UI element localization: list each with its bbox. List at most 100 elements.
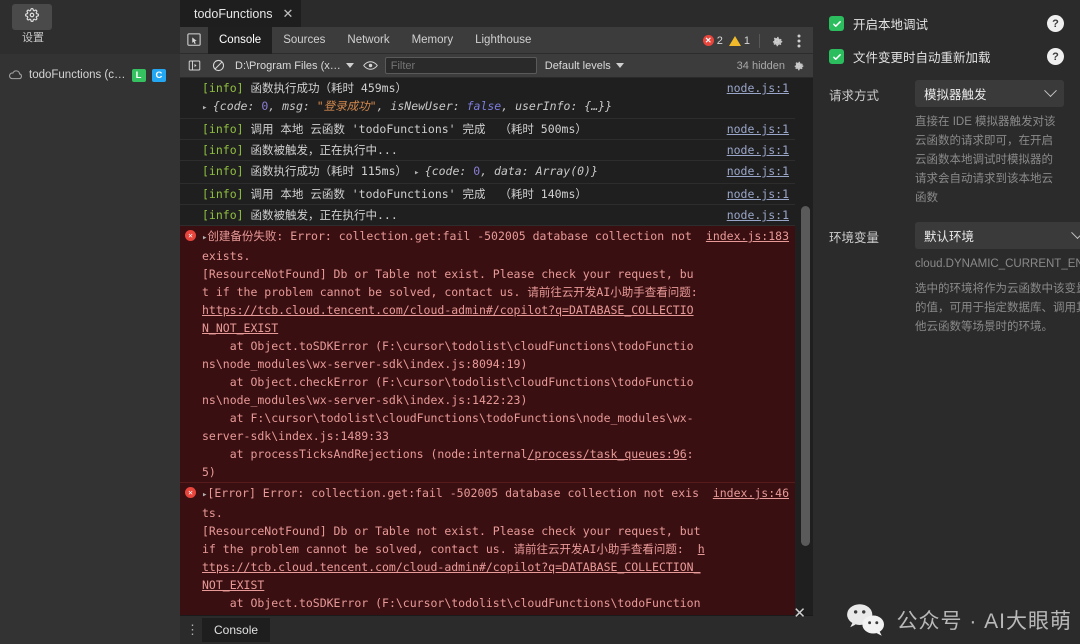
log-segment: , msg: [268, 99, 316, 113]
console-message-info[interactable]: [info] 调用 本地 云函数 'todoFunctions' 完成 （耗时 … [180, 184, 795, 205]
field-label: 请求方式 [829, 80, 915, 104]
field-hint: 直接在 IDE 模拟器触发对该云函数的请求即可，在开启云函数本地调试时模拟器的请… [915, 113, 1064, 208]
help-icon[interactable]: ? [1047, 48, 1064, 65]
console-toolbar: D:\Program Files (x… Default levels 34 h… [180, 54, 813, 78]
error-count-badge[interactable]: ✕ 2 [701, 35, 725, 47]
log-source-link[interactable]: index.js:183 [706, 227, 795, 245]
doc-link[interactable]: https://tcb.cloud.tencent.com/cloud-admi… [202, 542, 705, 592]
log-segment: {code: [425, 164, 473, 178]
warning-triangle-icon [729, 36, 741, 46]
log-segment: [info] [202, 81, 244, 95]
console-message-error[interactable]: ✕▸[Error] Error: collection.get:fail -50… [180, 483, 795, 615]
error-circle-icon: ✕ [703, 35, 714, 46]
log-segment: , data: Array(0)} [480, 164, 598, 178]
kebab-menu-icon[interactable]: ⋮ [186, 625, 196, 635]
gear-icon[interactable] [767, 31, 787, 51]
log-message: ▸[Error] Error: collection.get:fail -502… [202, 484, 713, 615]
log-segment: 函数执行成功（耗时 115ms） [244, 164, 414, 178]
warning-count-badge[interactable]: 1 [727, 35, 752, 47]
log-segment: {code: [213, 99, 261, 113]
execution-context-select[interactable]: D:\Program Files (x… [232, 60, 357, 72]
file-tab-todofunctions[interactable]: todoFunctions ✕ [180, 0, 301, 27]
log-source-link[interactable]: node.js:1 [727, 206, 795, 224]
select-value: 模拟器触发 [924, 84, 987, 103]
checkbox-label: 文件变更时自动重新加载 [853, 47, 991, 66]
gear-icon[interactable] [788, 56, 808, 76]
list-item-todofunctions[interactable]: todoFunctions (c… L C [0, 64, 180, 86]
log-source-link[interactable]: node.js:1 [727, 141, 795, 159]
tab-network[interactable]: Network [336, 27, 400, 54]
chevron-down-icon [1072, 226, 1080, 239]
console-message-info[interactable]: [info] 函数被触发，正在执行中...node.js:1 [180, 140, 795, 161]
tab-console[interactable]: Console [208, 27, 272, 54]
log-message: [info] 函数被触发，正在执行中... [202, 206, 727, 224]
console-sidebar-icon[interactable] [184, 56, 204, 76]
log-segment: 函数被触发，正在执行中... [244, 143, 398, 157]
devtools-tabbar-right: ✕ 2 1 [701, 27, 809, 54]
console-message-info[interactable]: [info] 函数执行成功（耗时 115ms） ▸ {code: 0, data… [180, 161, 795, 184]
log-segment: [info] [202, 164, 244, 178]
log-segment: 调用 本地 云函数 'todoFunctions' 完成 （耗时 500ms） [244, 122, 587, 136]
log-segment: [info] [202, 122, 244, 136]
field-control: 模拟器触发直接在 IDE 模拟器触发对该云函数的请求即可，在开启云函数本地调试时… [915, 80, 1064, 208]
log-message: [info] 函数执行成功（耗时 459ms）▸ {code: 0, msg: … [202, 79, 727, 117]
help-icon[interactable]: ? [1047, 15, 1064, 32]
devtools-tabbar: Console Sources Network Memory Lighthous… [180, 27, 813, 54]
log-message: [info] 调用 本地 云函数 'todoFunctions' 完成 （耗时 … [202, 185, 727, 203]
checkbox[interactable] [829, 49, 844, 64]
clear-console-icon[interactable] [208, 56, 228, 76]
hidden-messages-count[interactable]: 34 hidden [737, 60, 785, 72]
log-source-link[interactable]: index.js:46 [713, 484, 795, 502]
cloud-function-config-panel: 开启本地调试?文件变更时自动重新加载?请求方式模拟器触发直接在 IDE 模拟器触… [813, 0, 1080, 644]
left-sidebar: 设置 todoFunctions (c… L C [0, 0, 180, 644]
log-source-link[interactable]: node.js:1 [727, 79, 795, 97]
select-dropdown[interactable]: 默认环境 [915, 222, 1080, 249]
tab-lighthouse[interactable]: Lighthouse [464, 27, 542, 54]
warning-count-value: 1 [744, 35, 750, 47]
field-hint: 选中的环境将作为云函数中该变量的值，可用于指定数据库、调用其他云函数等场景时的环… [915, 280, 1080, 337]
chevron-down-icon [616, 63, 624, 68]
tab-sources[interactable]: Sources [272, 27, 336, 54]
log-level-value: Default levels [545, 60, 611, 72]
divider [759, 34, 760, 48]
log-source-link[interactable]: node.js:1 [727, 162, 795, 180]
log-source-link[interactable]: node.js:1 [727, 120, 795, 138]
checkbox[interactable] [829, 16, 844, 31]
log-message: [info] 调用 本地 云函数 'todoFunctions' 完成 （耗时 … [202, 120, 727, 138]
expand-arrow-icon[interactable]: ▸ [202, 233, 207, 243]
field-control: 默认环境 cloud.DYNAMIC_CURRENT_ENV 选中的环境将作为云函数… [915, 222, 1080, 337]
filter-input[interactable] [385, 57, 537, 74]
kebab-menu-icon[interactable] [789, 31, 809, 51]
inspect-cursor-icon[interactable] [180, 27, 208, 54]
doc-link[interactable]: https://tcb.cloud.tencent.com/cloud-admi… [202, 303, 694, 335]
console-message-error[interactable]: ✕▸创建备份失败: Error: collection.get:fail -50… [180, 226, 795, 483]
expand-arrow-icon[interactable]: ▸ [202, 490, 207, 500]
log-message: [info] 函数被触发，正在执行中... [202, 141, 727, 159]
console-message-info[interactable]: [info] 调用 本地 云函数 'todoFunctions' 完成 （耗时 … [180, 119, 795, 140]
log-segment: 函数被触发，正在执行中... [244, 208, 398, 222]
stack-link[interactable]: /process/task_queues:96 [527, 447, 686, 461]
error-count-value: 2 [717, 35, 723, 47]
log-source-link[interactable]: node.js:1 [727, 185, 795, 203]
function-list: todoFunctions (c… L C [0, 54, 180, 644]
log-segment: 函数执行成功（耗时 459ms） [244, 81, 407, 95]
console-message-info[interactable]: [info] 函数执行成功（耗时 459ms）▸ {code: 0, msg: … [180, 78, 795, 119]
chevron-down-icon [1044, 84, 1057, 97]
console-output[interactable]: [info] 函数执行成功（耗时 459ms）▸ {code: 0, msg: … [180, 78, 813, 615]
drawer-tab-console[interactable]: Console [202, 618, 270, 642]
editor-tabstrip: todoFunctions ✕ [180, 0, 813, 27]
settings-button[interactable] [12, 4, 52, 30]
console-message-info[interactable]: [info] 函数被触发，正在执行中...node.js:1 [180, 205, 795, 226]
tab-memory[interactable]: Memory [401, 27, 465, 54]
config-content: 开启本地调试?文件变更时自动重新加载?请求方式模拟器触发直接在 IDE 模拟器触… [813, 0, 1080, 337]
field-hint-code: cloud.DYNAMIC_CURRENT_ENV [915, 255, 1080, 274]
function-name: todoFunctions (c… [29, 69, 126, 81]
close-icon[interactable]: ✕ [793, 604, 806, 622]
log-segment: , isNewUser: [377, 99, 467, 113]
config-field-1: 环境变量默认环境cloud.DYNAMIC_CURRENT_ENV选中的环境将作… [829, 222, 1064, 337]
live-expression-icon[interactable] [361, 56, 381, 76]
console-scrollbar-thumb[interactable] [801, 206, 810, 546]
select-dropdown[interactable]: 模拟器触发 [915, 80, 1064, 107]
log-level-select[interactable]: Default levels [541, 60, 628, 72]
close-icon[interactable]: ✕ [283, 8, 294, 20]
